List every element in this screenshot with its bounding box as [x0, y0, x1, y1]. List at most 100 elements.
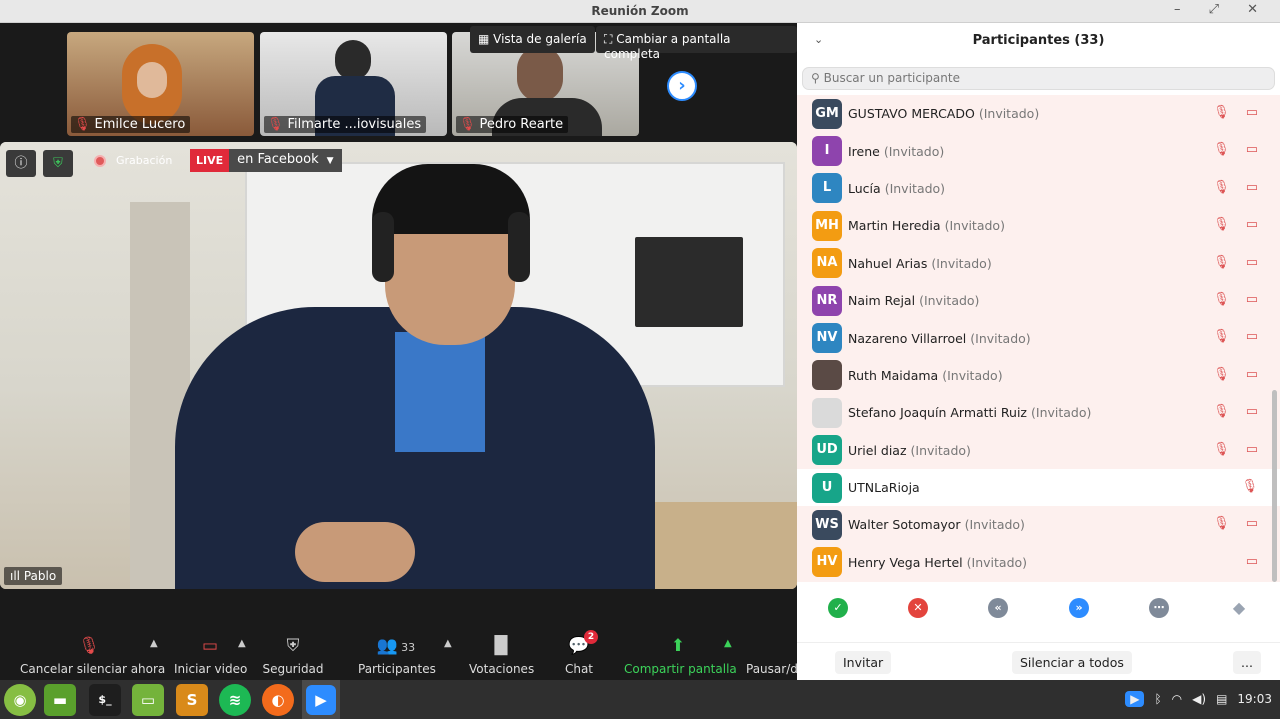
meeting-area: 🎙 Emilce Lucero 🎙 Filmarte ...iovisuales 🎙…	[0, 23, 797, 680]
panel-footer: Invitar Silenciar a todos ...	[797, 642, 1280, 680]
system-taskbar: ◉ ▬ $_ ▭ S ≋ ◐ ▶ ▶ ᛒ ◠ ◀) ▤ 19:03	[0, 680, 1280, 719]
yes-icon[interactable]: ✓	[828, 598, 848, 618]
media-status-icons: ▭	[1245, 553, 1264, 569]
window-title: Reunión Zoom	[591, 4, 689, 18]
chevron-down-icon: ▼	[326, 156, 334, 166]
avatar: GM	[812, 98, 842, 129]
no-icon[interactable]: ✕	[908, 598, 928, 618]
live-stream-indicator[interactable]: LIVE en Facebook ▼	[190, 149, 342, 172]
avatar	[812, 397, 842, 428]
bluetooth-icon[interactable]: ᛒ	[1154, 692, 1161, 706]
wifi-icon[interactable]: ◠	[1172, 692, 1182, 706]
show-desktop-icon[interactable]: ▬	[44, 684, 76, 716]
files-folder-icon[interactable]: ▭	[132, 684, 164, 716]
fullscreen-button[interactable]: ⛶ Cambiar a pantalla completa	[596, 26, 797, 61]
clipboard-icon[interactable]: ▤	[1216, 692, 1227, 706]
invite-button[interactable]: Invitar	[835, 651, 892, 674]
participant-row[interactable]: NV Nazareno Villarroel (Invitado) 🎙 ▭	[797, 319, 1280, 356]
clear-reactions-icon[interactable]: ◆	[1229, 598, 1249, 618]
muted-mic-icon: 🎙	[74, 117, 91, 132]
recording-indicator[interactable]: Grabación	[94, 154, 172, 167]
participant-row[interactable]: NA Nahuel Arias (Invitado) 🎙 ▭	[797, 245, 1280, 282]
pause-share-button[interactable]: Pausar/d	[746, 634, 797, 676]
participant-row[interactable]: WS Walter Sotomayor (Invitado) 🎙 ▭	[797, 506, 1280, 543]
participant-row[interactable]: L Lucía (Invitado) 🎙 ▭	[797, 170, 1280, 207]
participant-name: GUSTAVO MERCADO	[848, 106, 975, 122]
terminal-icon[interactable]: $_	[89, 684, 121, 716]
chevron-down-icon[interactable]: ⌄	[814, 33, 823, 46]
mute-all-button[interactable]: Silenciar a todos	[1012, 651, 1132, 674]
participant-row[interactable]: Stefano Joaquín Armatti Ruiz (Invitado) 🎙 …	[797, 394, 1280, 431]
media-status-icons: 🎙 ▭	[1213, 366, 1264, 382]
video-label: Iniciar video	[174, 662, 248, 676]
participants-button[interactable]: 👥 33 Participantes	[358, 634, 436, 676]
mute-button[interactable]: 🎙 Cancelar silenciar ahora	[20, 634, 166, 676]
wall-tv	[635, 237, 743, 327]
participant-row[interactable]: MH Martin Heredia (Invitado) 🎙 ▭	[797, 207, 1280, 244]
sublime-text-icon[interactable]: S	[176, 684, 208, 716]
chevron-up-icon[interactable]: ▲	[444, 638, 452, 649]
go-slower-icon[interactable]: «	[988, 598, 1008, 618]
volume-icon[interactable]: ◀)	[1192, 692, 1206, 706]
media-status-icons: 🎙 ▭	[1213, 217, 1264, 233]
security-label: Seguridad	[262, 662, 324, 676]
start-video-button[interactable]: ▭ Iniciar video	[174, 634, 248, 676]
participants-label: Participantes	[358, 662, 436, 676]
meeting-info-button[interactable]: ⓘ	[6, 150, 36, 177]
go-faster-icon[interactable]: »	[1069, 598, 1089, 618]
media-status-icons: 🎙 ▭	[1213, 441, 1264, 457]
participant-row[interactable]: UD Uriel diaz (Invitado) 🎙 ▭	[797, 432, 1280, 469]
thumbnail-video-2[interactable]: 🎙 Filmarte ...iovisuales	[260, 32, 447, 136]
participant-search-input[interactable]: ⚲ Buscar un participante	[802, 67, 1275, 90]
share-screen-button[interactable]: ⬆ Compartir pantalla	[624, 634, 737, 676]
security-button[interactable]: ⛨ Seguridad	[262, 634, 324, 676]
participant-list-scrollbar[interactable]	[1272, 390, 1277, 582]
participant-row[interactable]: NR Naim Rejal (Invitado) 🎙 ▭	[797, 282, 1280, 319]
chevron-up-icon[interactable]: ▲	[724, 638, 732, 649]
participants-count: 33	[401, 641, 416, 654]
avatar: U	[812, 472, 842, 503]
pause-label: Pausar/d	[746, 662, 797, 676]
info-icon: ⓘ	[14, 156, 28, 171]
participant-row[interactable]: HV Henry Vega Hertel (Invitado) ▭	[797, 544, 1280, 581]
participant-list: GM GUSTAVO MERCADO (Invitado) 🎙 ▭ I Irene (Inv…	[797, 95, 1280, 582]
firefox-icon[interactable]: ◐	[262, 684, 294, 716]
participant-row[interactable]: U UTNLaRioja 🎙	[797, 468, 1280, 507]
speaker-hair	[372, 164, 530, 234]
live-target-label: en Facebook	[237, 152, 319, 167]
recording-label: Grabación	[116, 154, 173, 167]
participant-row[interactable]: I Irene (Invitado) 🎙 ▭	[797, 132, 1280, 169]
next-page-button[interactable]: ›	[667, 71, 697, 101]
signal-icon: ıll	[10, 569, 24, 583]
avatar: WS	[812, 509, 842, 540]
more-options-button[interactable]: ...	[1233, 651, 1261, 674]
participant-role: (Invitado)	[910, 442, 971, 458]
expand-icon: ⛶	[604, 32, 617, 46]
bar-chart-icon: ▐▌	[487, 636, 515, 656]
participant-role: (Invitado)	[964, 517, 1025, 533]
mint-menu-icon[interactable]: ◉	[4, 684, 36, 716]
chevron-up-icon[interactable]: ▲	[238, 638, 246, 649]
chat-button[interactable]: 💬 2 Chat	[560, 630, 598, 676]
share-screen-icon: ⬆	[670, 636, 686, 656]
window-controls[interactable]: – ⤢ ✕	[1174, 2, 1270, 17]
more-reactions-icon[interactable]: ⋯	[1149, 598, 1169, 618]
fullscreen-label: Cambiar a pantalla completa	[604, 32, 731, 61]
gallery-view-button[interactable]: ▦ Vista de galería	[470, 26, 595, 53]
clock[interactable]: 19:03	[1237, 692, 1272, 706]
media-status-icons: 🎙 ▭	[1213, 105, 1264, 120]
spotify-icon[interactable]: ≋	[219, 684, 251, 716]
polls-button[interactable]: ▐▌ Votaciones	[469, 634, 534, 676]
mute-label: Cancelar silenciar ahora	[20, 662, 166, 676]
participant-name: Nazareno Villarroel	[848, 330, 967, 346]
video-off-icon: ▭	[201, 636, 219, 656]
participant-row[interactable]: Ruth Maidama (Invitado) 🎙 ▭	[797, 357, 1280, 394]
participant-row[interactable]: GM GUSTAVO MERCADO (Invitado) 🎙 ▭	[797, 95, 1280, 132]
zoom-tray-icon[interactable]: ▶	[1125, 691, 1145, 707]
chevron-up-icon[interactable]: ▲	[150, 638, 158, 649]
system-tray: ▶ ᛒ ◠ ◀) ▤ 19:03	[1125, 691, 1272, 707]
thumbnail-video-1[interactable]: 🎙 Emilce Lucero	[67, 32, 254, 136]
zoom-app-icon[interactable]: ▶	[302, 680, 340, 719]
gallery-view-label: Vista de galería	[493, 32, 587, 46]
security-shield-button[interactable]: ⛨	[43, 150, 73, 177]
